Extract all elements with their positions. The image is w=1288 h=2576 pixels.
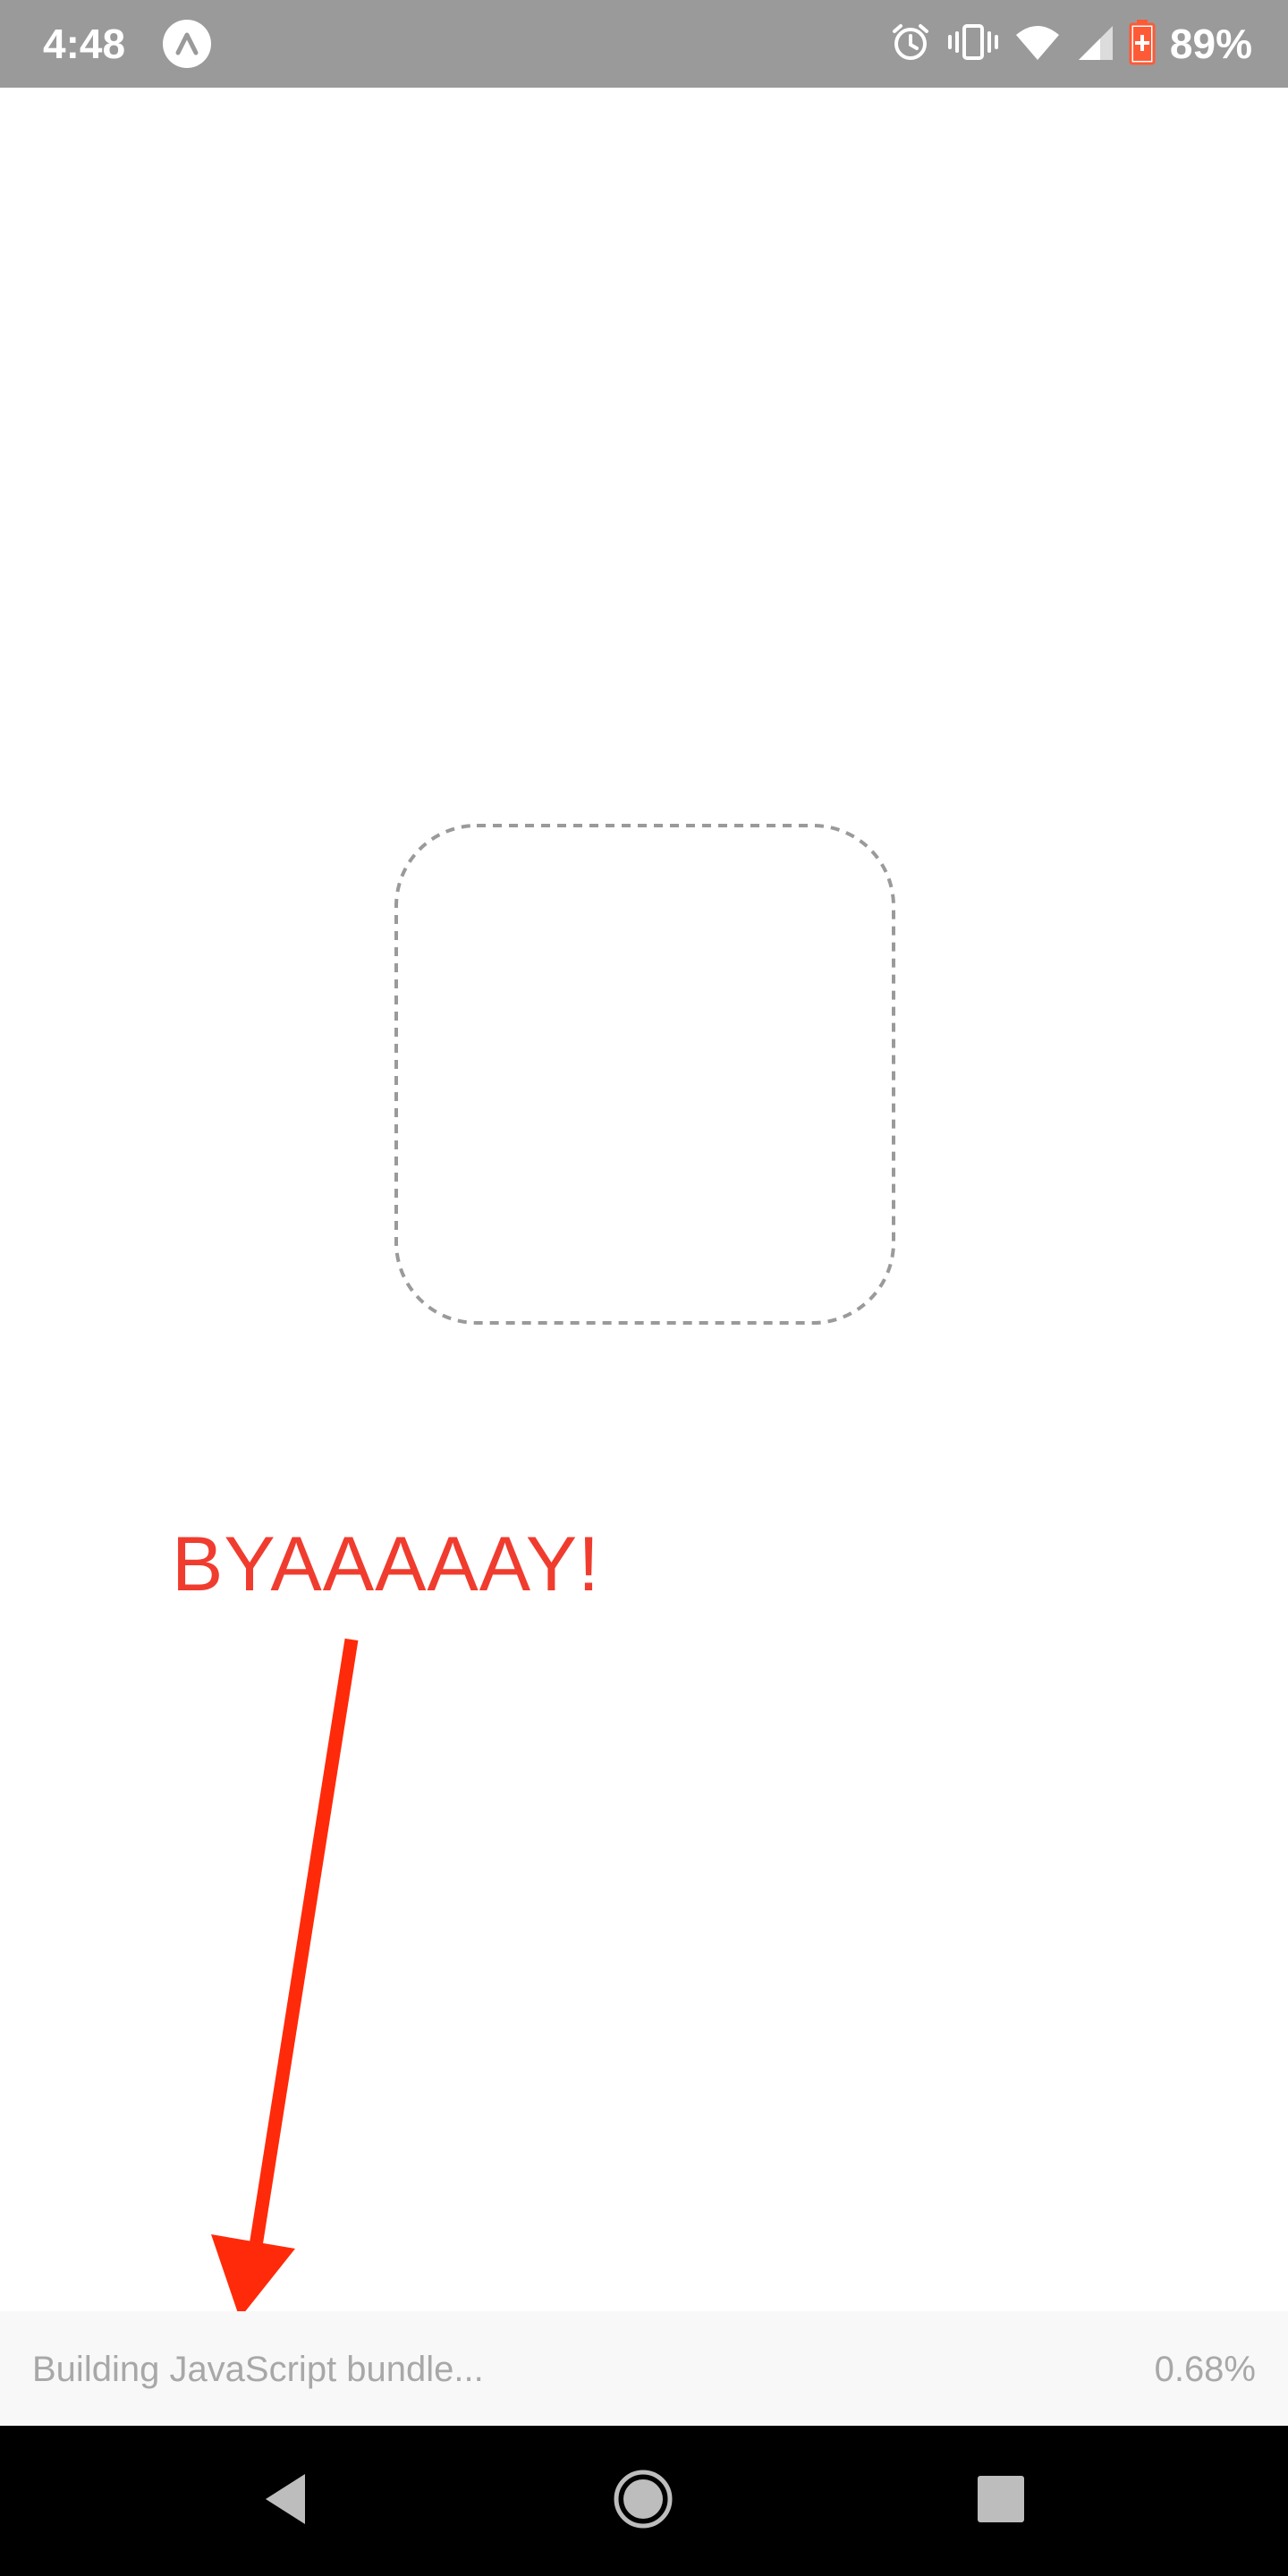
back-icon bbox=[258, 2470, 312, 2532]
back-button[interactable] bbox=[223, 2426, 348, 2576]
wifi-icon bbox=[1014, 21, 1061, 68]
home-button[interactable] bbox=[580, 2426, 706, 2576]
loading-placeholder bbox=[394, 824, 895, 1325]
alarm-icon bbox=[889, 21, 932, 68]
battery-percent: 89% bbox=[1169, 21, 1252, 67]
vibrate-icon bbox=[946, 21, 1000, 68]
recents-icon bbox=[976, 2474, 1026, 2529]
annotation-text: BYAAAAAY! bbox=[172, 1521, 601, 1607]
cell-signal-icon bbox=[1075, 21, 1114, 68]
battery-charging-icon bbox=[1129, 19, 1156, 70]
bundle-progress-bar: Building JavaScript bundle... 0.68% bbox=[0, 2311, 1288, 2426]
navigation-bar bbox=[0, 2426, 1288, 2576]
status-bar: 4:48 89% bbox=[0, 0, 1288, 88]
expo-icon bbox=[163, 20, 211, 68]
bundle-status-text: Building JavaScript bundle... bbox=[32, 2350, 484, 2389]
recents-button[interactable] bbox=[938, 2426, 1063, 2576]
status-icons: 89% bbox=[889, 13, 1252, 75]
bundle-progress-percent: 0.68% bbox=[1154, 2350, 1256, 2389]
status-time: 4:48 bbox=[43, 21, 126, 67]
home-icon bbox=[613, 2469, 674, 2534]
